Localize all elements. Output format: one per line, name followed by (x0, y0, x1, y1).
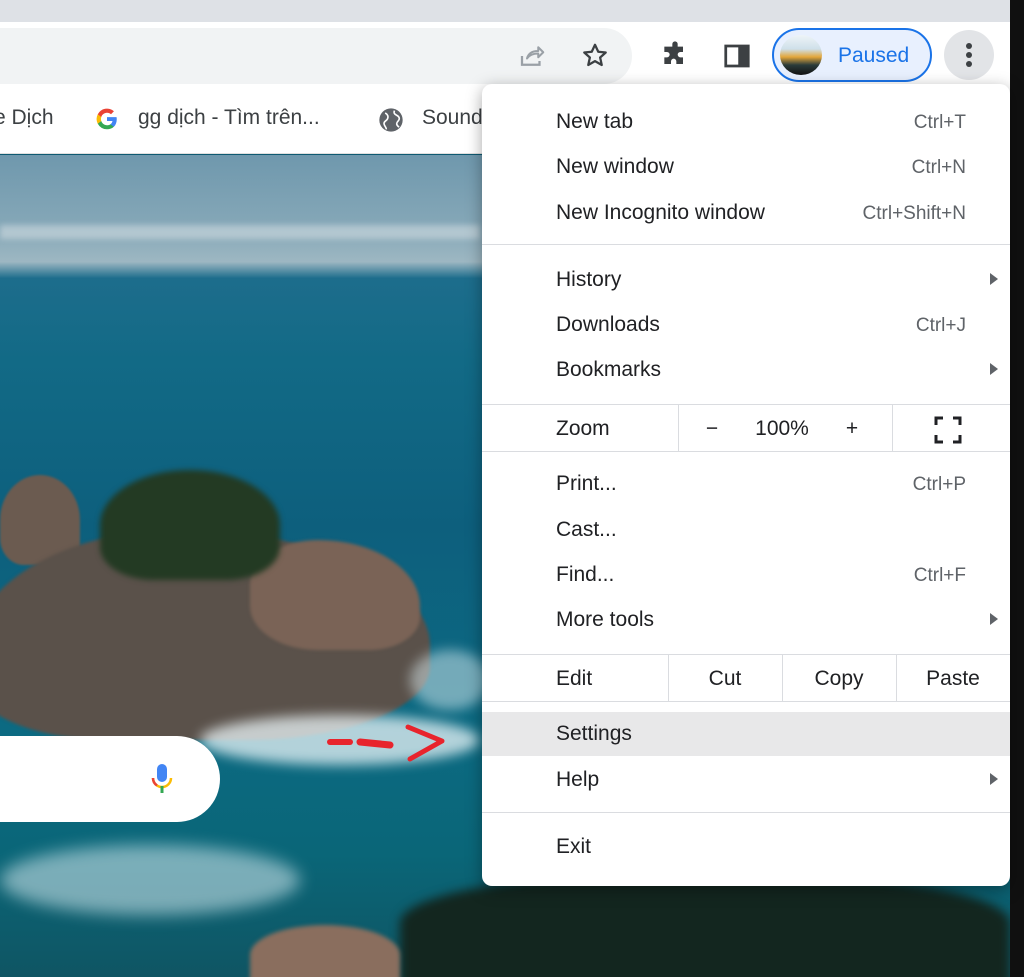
more-menu-button[interactable] (944, 30, 994, 80)
zoom-out-button[interactable]: − (692, 417, 732, 441)
menu-item-shortcut: Ctrl+F (913, 565, 966, 586)
extensions-icon[interactable] (655, 36, 695, 76)
fullscreen-svg (934, 416, 962, 444)
menu-item-label: History (556, 268, 622, 291)
menu-item-bookmarks[interactable]: Bookmarks (482, 348, 1010, 392)
menu-item-shortcut: Ctrl+T (913, 112, 966, 133)
side-panel-icon[interactable] (717, 36, 757, 76)
menu-item-help[interactable]: Help (482, 758, 1010, 802)
tab-strip (0, 0, 1010, 22)
paste-button[interactable]: Paste (896, 667, 1010, 691)
wave-foam (0, 845, 300, 915)
menu-separator (482, 244, 1010, 245)
menu-item-find[interactable]: Find... Ctrl+F (482, 553, 1010, 597)
red-arrow-annotation (327, 724, 445, 762)
submenu-arrow-icon (990, 273, 998, 285)
menu-item-exit[interactable]: Exit (482, 825, 1010, 869)
microphone-icon[interactable] (150, 762, 174, 796)
menu-item-print[interactable]: Print... Ctrl+P (482, 462, 1010, 506)
bookmark-item[interactable]: Sound (422, 106, 483, 130)
search-box[interactable] (0, 736, 220, 822)
divider (892, 405, 893, 451)
google-g-svg (96, 108, 117, 130)
menu-item-label: New Incognito window (556, 201, 765, 224)
cut-button[interactable]: Cut (668, 667, 782, 691)
submenu-arrow-icon (990, 613, 998, 625)
google-icon (94, 106, 120, 132)
zoom-level: 100% (755, 417, 809, 440)
star-icon-svg (583, 43, 607, 67)
trees (100, 470, 280, 580)
profile-button[interactable]: Paused (772, 28, 932, 82)
menu-item-label: New tab (556, 110, 634, 133)
menu-item-shortcut: Ctrl+P (912, 474, 966, 495)
menu-item-label: Cast... (556, 518, 617, 541)
menu-item-new-window[interactable]: New window Ctrl+N (482, 145, 1010, 189)
edit-label: Edit (556, 667, 593, 690)
bookmark-item[interactable]: e Dịch (0, 106, 54, 130)
share-icon-svg (520, 46, 545, 66)
rock (250, 925, 400, 977)
menu-item-settings[interactable]: Settings (482, 712, 1010, 756)
avatar (780, 35, 822, 75)
menu-item-label: More tools (556, 608, 655, 631)
fullscreen-icon[interactable] (934, 416, 962, 444)
browser-toolbar: Paused (0, 22, 1010, 88)
zoom-row: Zoom − 100% + (482, 404, 1010, 452)
side-panel-icon-svg (724, 44, 750, 68)
menu-item-label: Find... (556, 563, 615, 586)
share-icon[interactable] (512, 36, 552, 76)
edit-row: Edit Cut Copy Paste (482, 654, 1010, 702)
bookmark-star-icon[interactable] (575, 36, 615, 76)
trees (400, 875, 1010, 977)
copy-button[interactable]: Copy (782, 667, 896, 691)
menu-item-new-incognito-window[interactable]: New Incognito window Ctrl+Shift+N (482, 191, 1010, 235)
menu-separator (482, 812, 1010, 813)
menu-item-label: Settings (556, 722, 632, 745)
globe-icon-svg (379, 108, 403, 132)
profile-status-label: Paused (838, 44, 910, 67)
menu-item-new-tab[interactable]: New tab Ctrl+T (482, 100, 1010, 144)
menu-item-label: New window (556, 155, 674, 178)
kebab-icon (966, 43, 972, 67)
menu-item-shortcut: Ctrl+Shift+N (862, 203, 966, 224)
bookmark-item[interactable]: gg dịch - Tìm trên... (138, 106, 320, 130)
menu-item-more-tools[interactable]: More tools (482, 598, 1010, 642)
menu-item-shortcut: Ctrl+J (915, 315, 966, 336)
menu-item-label: Print... (556, 472, 617, 495)
zoom-in-button[interactable]: + (832, 417, 872, 441)
chrome-menu: New tab Ctrl+T New window Ctrl+N New Inc… (482, 84, 1010, 886)
horizon-haze (0, 225, 480, 239)
menu-item-label: Exit (556, 835, 592, 858)
menu-item-downloads[interactable]: Downloads Ctrl+J (482, 303, 1010, 347)
menu-item-cast[interactable]: Cast... (482, 508, 1010, 552)
divider (678, 405, 679, 451)
menu-item-shortcut: Ctrl+N (911, 157, 966, 178)
globe-icon (377, 106, 405, 134)
menu-item-label: Downloads (556, 313, 660, 336)
menu-item-history[interactable]: History (482, 258, 1010, 302)
puzzle-icon-svg (664, 41, 683, 64)
menu-item-label: Bookmarks (556, 358, 662, 381)
wave-foam (410, 650, 490, 710)
zoom-label: Zoom (556, 417, 610, 440)
menu-item-label: Help (556, 768, 600, 791)
submenu-arrow-icon (990, 363, 998, 375)
window-edge (1010, 0, 1024, 977)
submenu-arrow-icon (990, 773, 998, 785)
mic-svg (151, 764, 173, 793)
